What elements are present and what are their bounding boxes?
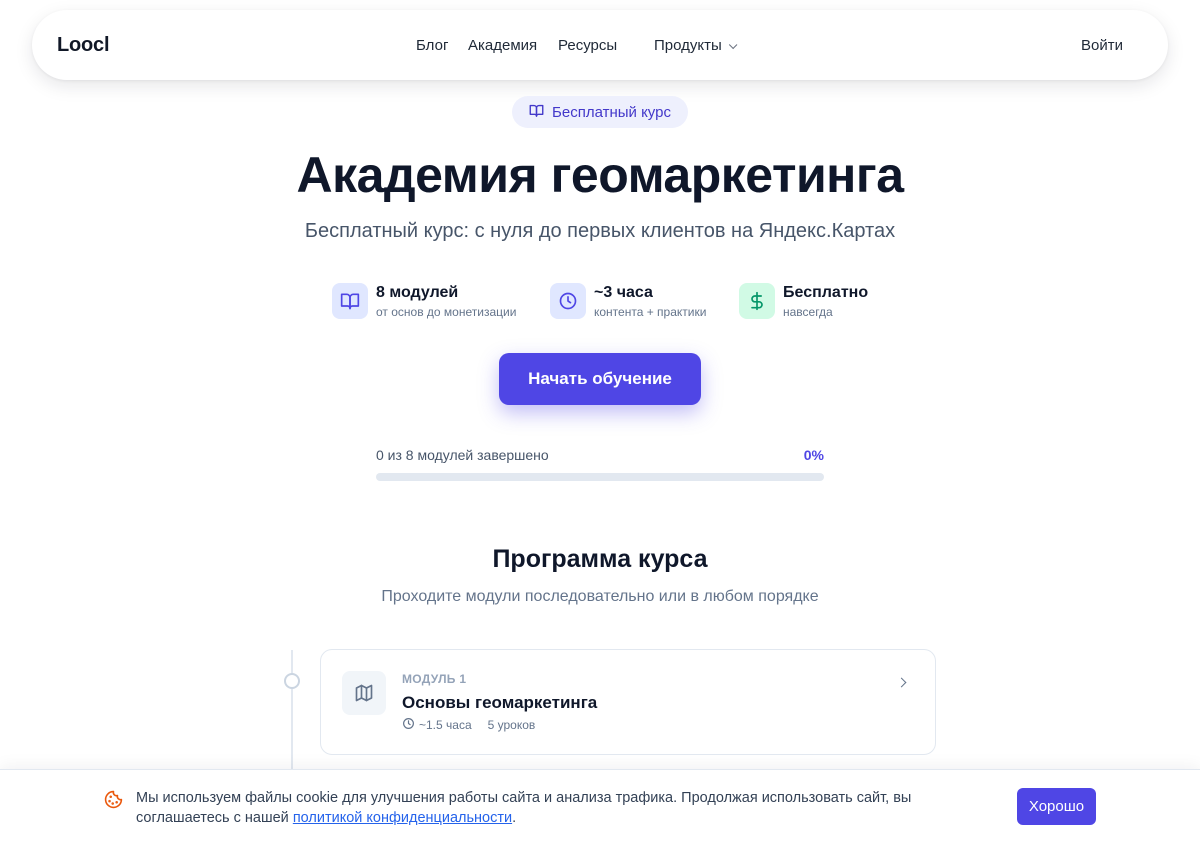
module-title: Основы геомаркетинга	[402, 693, 598, 712]
timeline-line	[291, 650, 293, 770]
module-number: МОДУЛЬ 1	[402, 672, 467, 686]
cookie-text: Мы используем файлы cookie для улучшения…	[136, 790, 912, 826]
module-duration: ~1.5 часа	[419, 718, 472, 732]
map-icon	[342, 671, 386, 715]
page-subtitle: Бесплатный курс: с нуля до первых клиент…	[304, 220, 896, 242]
page-title: Академия геомаркетинга	[296, 147, 904, 203]
module-lessons: 5 уроков	[487, 718, 536, 732]
stat-title: ~3 часа	[594, 284, 653, 301]
stat-price: Бесплатно навсегда	[739, 283, 868, 319]
progress-label: 0 из 8 модулей завершено	[376, 447, 549, 463]
stat-title: Бесплатно	[783, 284, 869, 301]
nav-products-dropdown[interactable]: Продукты	[654, 37, 738, 54]
cookie-text-end: .	[512, 810, 517, 826]
stat-modules: 8 модулей от основ до монетизации	[332, 283, 516, 319]
nav-link-resources[interactable]: Ресурсы	[558, 37, 617, 54]
privacy-policy-link[interactable]: политикой конфиденциальности	[293, 810, 512, 826]
clock-icon	[402, 717, 415, 733]
chevron-right-icon	[896, 677, 907, 688]
book-open-icon	[529, 103, 544, 122]
section-subtitle: Проходите модули последовательно или в л…	[381, 588, 819, 605]
free-course-badge: Бесплатный курс	[512, 96, 688, 128]
start-learning-button[interactable]: Начать обучение	[499, 353, 701, 405]
module-card[interactable]: МОДУЛЬ 1 Основы геомаркетинга ~1.5 часа …	[320, 649, 936, 755]
dollar-icon	[739, 283, 775, 319]
stat-duration: ~3 часа контента + практики	[550, 283, 706, 319]
timeline-dot	[284, 673, 300, 689]
accept-cookies-button[interactable]: Хорошо	[1017, 788, 1096, 825]
top-navbar: Loocl Блог Академия Ресурсы Продукты Вой…	[32, 10, 1168, 80]
stat-desc: навсегда	[783, 305, 833, 319]
cookie-message: Мы используем файлы cookie для улучшения…	[136, 788, 976, 828]
progress-bar	[376, 473, 824, 481]
badge-label: Бесплатный курс	[552, 103, 671, 121]
nav-link-academy[interactable]: Академия	[468, 37, 537, 54]
nav-link-blog[interactable]: Блог	[416, 37, 448, 54]
login-button[interactable]: Войти	[1081, 37, 1123, 54]
nav-links: Блог Академия Ресурсы Продукты	[32, 10, 1168, 80]
chevron-down-icon	[728, 40, 738, 50]
module-meta: ~1.5 часа 5 уроков	[402, 717, 535, 733]
cookie-icon	[104, 790, 123, 814]
stat-desc: контента + практики	[594, 305, 707, 319]
progress-percent: 0%	[803, 447, 824, 463]
section-title: Программа курса	[492, 545, 708, 573]
nav-products-label: Продукты	[654, 37, 722, 54]
clock-icon	[550, 283, 586, 319]
book-icon	[332, 283, 368, 319]
stat-desc: от основ до монетизации	[376, 305, 517, 319]
stat-title: 8 модулей	[376, 284, 459, 301]
cookie-banner: Мы используем файлы cookie для улучшения…	[0, 769, 1200, 842]
